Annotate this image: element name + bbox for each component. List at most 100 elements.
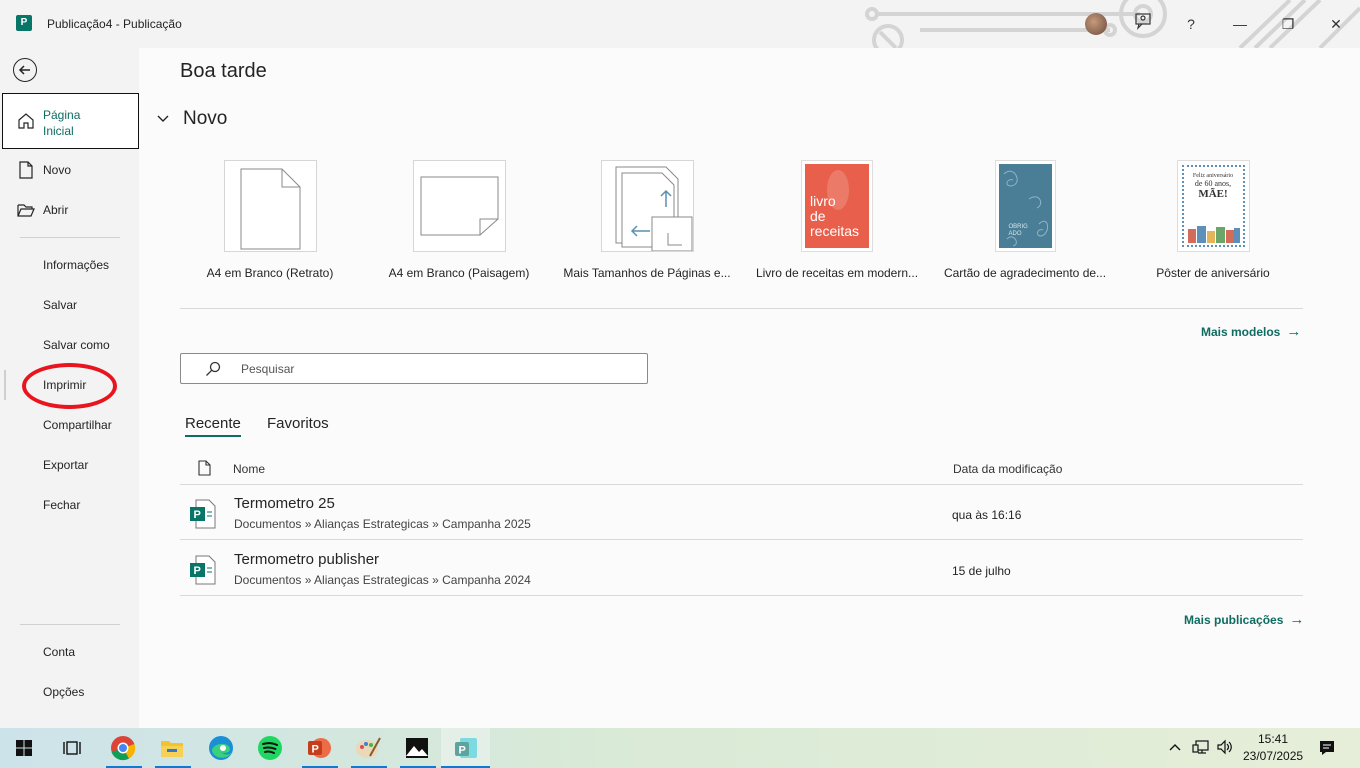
network-icon[interactable] [1192, 739, 1210, 758]
photos-icon[interactable] [403, 734, 431, 762]
more-templates-link[interactable]: Mais modelos → [1201, 323, 1301, 340]
nav-open-label: Abrir [43, 203, 69, 217]
paint-icon[interactable] [354, 734, 382, 762]
poster-cover-text: de 60 anos, [1194, 179, 1232, 188]
publisher-file-icon: P [190, 499, 216, 529]
minimize-button[interactable]: — [1228, 12, 1252, 36]
template-thumbnail [223, 160, 317, 252]
more-templates-label: Mais modelos [1201, 325, 1281, 339]
file-name: Termometro 25 [234, 495, 335, 512]
file-explorer-icon[interactable] [158, 734, 186, 762]
nav-home[interactable]: Página Inicial [2, 93, 139, 149]
nav-open[interactable]: Abrir [0, 201, 139, 221]
active-app-highlight [441, 728, 490, 768]
template-thank-you-card[interactable]: OBRIG ADO Cartão de agradecimento de... [935, 160, 1115, 280]
clock-date[interactable]: 23/07/2025 [1243, 749, 1303, 763]
template-caption: Livro de receitas em modern... [755, 266, 919, 280]
nav-save-as-label: Salvar como [43, 338, 110, 352]
red-annotation-circle [22, 363, 117, 409]
nav-options-label: Opções [43, 685, 85, 699]
nav-share[interactable]: Compartilhar [0, 418, 139, 438]
poster-cover: Feliz aniversário de 60 anos, MÃE! [1181, 165, 1245, 247]
notifications-icon[interactable] [1318, 739, 1336, 760]
row-divider [180, 539, 1303, 540]
template-more-sizes[interactable]: Mais Tamanhos de Páginas e... [557, 160, 737, 280]
svg-text:P: P [194, 509, 201, 521]
nav-export[interactable]: Exportar [0, 458, 139, 478]
clock-time[interactable]: 15:41 [1258, 732, 1288, 746]
folder-open-icon [17, 204, 35, 217]
template-caption: Cartão de agradecimento de... [943, 266, 1107, 280]
nav-account[interactable]: Conta [0, 645, 139, 665]
template-thumbnail: livro de receitas [801, 160, 873, 252]
volume-icon[interactable] [1216, 739, 1234, 758]
home-pane: Boa tarde Novo A4 em Branco (Retrato) A4… [139, 48, 1360, 728]
template-thumbnail: Feliz aniversário de 60 anos, MÃE! [1176, 160, 1250, 252]
template-thumbnail [412, 160, 506, 252]
table-row[interactable]: P Termometro 25 Documentos » Alianças Es… [180, 485, 1303, 541]
nav-new[interactable]: Novo [0, 161, 139, 181]
nav-save-label: Salvar [43, 298, 78, 312]
svg-text:P: P [194, 565, 201, 577]
user-avatar[interactable] [1085, 13, 1107, 35]
edge-icon[interactable] [207, 734, 235, 762]
tab-recent[interactable]: Recente [185, 415, 241, 437]
svg-text:P: P [312, 744, 319, 756]
chevron-up-icon[interactable] [1168, 740, 1182, 757]
nav-close[interactable]: Fechar [0, 498, 139, 518]
section-divider [180, 308, 1303, 309]
template-a4-portrait[interactable]: A4 em Branco (Retrato) [180, 160, 360, 280]
nav-options[interactable]: Opções [0, 685, 139, 705]
template-thumbnail [600, 160, 694, 252]
recipe-cover-text: livro [810, 193, 836, 209]
template-a4-landscape[interactable]: A4 em Branco (Paisagem) [369, 160, 549, 280]
new-section-title: Novo [183, 108, 228, 129]
backstage-nav: Página Inicial Novo Abrir Informações Sa… [0, 48, 139, 728]
nav-save[interactable]: Salvar [0, 298, 139, 318]
nav-share-label: Compartilhar [43, 418, 112, 432]
file-path: Documentos » Alianças Estrategicas » Cam… [234, 517, 531, 531]
chevron-down-icon [157, 111, 171, 126]
new-section-toggle[interactable]: Novo [157, 108, 227, 130]
window-title: Publicação4 - Publicação [47, 17, 182, 31]
nav-account-label: Conta [43, 645, 76, 659]
nav-export-label: Exportar [43, 458, 89, 472]
title-bar: P Publicação4 - Publicação ? — ❐ ✕ [0, 0, 1360, 48]
template-caption: Mais Tamanhos de Páginas e... [563, 266, 731, 280]
column-header-name[interactable]: Nome [233, 462, 265, 476]
search-input[interactable] [241, 359, 631, 379]
home-icon [18, 113, 34, 129]
template-birthday-poster[interactable]: Feliz aniversário de 60 anos, MÃE! Pôste… [1123, 160, 1303, 280]
nav-save-as[interactable]: Salvar como [0, 338, 139, 358]
help-button[interactable]: ? [1179, 12, 1203, 36]
restore-button[interactable]: ❐ [1276, 12, 1300, 36]
feedback-icon[interactable] [1131, 12, 1155, 36]
card-cover-text: OBRIG ADO [1008, 224, 1028, 237]
nav-info[interactable]: Informações [0, 258, 139, 278]
spotify-icon[interactable] [256, 734, 284, 762]
template-recipe-book[interactable]: livro de receitas Livro de receitas em m… [747, 160, 927, 280]
file-type-column-icon [198, 460, 211, 479]
powerpoint-icon[interactable]: P [305, 734, 333, 762]
recipe-cover: livro de receitas [805, 164, 869, 248]
tab-favorites[interactable]: Favoritos [267, 415, 329, 432]
close-button[interactable]: ✕ [1324, 12, 1348, 36]
chrome-icon[interactable] [109, 734, 137, 762]
template-thumbnail: OBRIG ADO [994, 160, 1056, 252]
recipe-cover-text: de [810, 208, 826, 224]
windows-start-icon[interactable] [10, 734, 38, 762]
template-caption: A4 em Branco (Retrato) [206, 266, 334, 280]
file-modified-date: qua às 16:16 [952, 508, 1022, 522]
search-box[interactable] [180, 353, 648, 384]
more-publications-link[interactable]: Mais publicações → [1184, 611, 1304, 628]
table-row[interactable]: P Termometro publisher Documentos » Alia… [180, 541, 1303, 597]
back-button[interactable] [13, 58, 37, 82]
new-document-icon [19, 161, 33, 179]
publisher-file-icon: P [190, 555, 216, 585]
arrow-right-icon: → [1289, 611, 1305, 628]
task-view-icon[interactable] [58, 734, 86, 762]
taskbar: P P 15:41 23/07/2025 [0, 728, 1360, 768]
publisher-app-icon: P [16, 15, 32, 31]
column-header-modified[interactable]: Data da modificação [953, 462, 1062, 476]
back-arrow-icon [18, 65, 30, 75]
